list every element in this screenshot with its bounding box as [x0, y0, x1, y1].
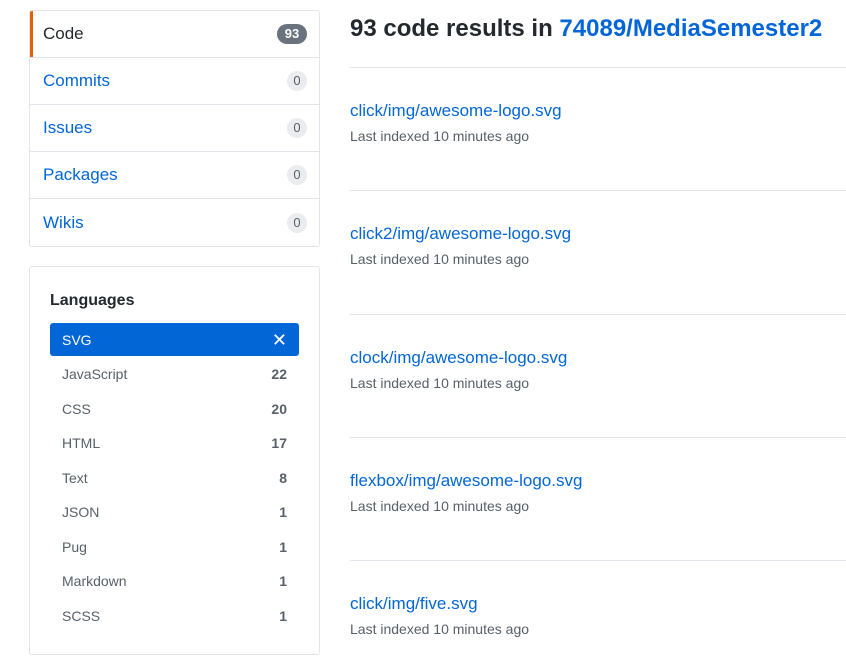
language-count: 22 [271, 366, 287, 383]
language-label: JavaScript [62, 366, 128, 383]
languages-filter: Languages SVG ✕ JavaScript 22 CSS 20 HTM… [29, 266, 320, 655]
code-result-item: click2/img/awesome-logo.svg Last indexed… [350, 191, 846, 315]
nav-item-counter: 0 [287, 212, 307, 233]
search-type-menu: Code 93 Commits 0 Issues 0 Packages 0 Wi… [29, 10, 320, 247]
result-file-link[interactable]: click2/img/awesome-logo.svg [350, 224, 571, 244]
nav-item-counter: 0 [287, 165, 307, 185]
code-result-item: clock/img/awesome-logo.svg Last indexed … [350, 315, 846, 438]
results-heading: 93 code results in 74089/MediaSemester2 [350, 15, 822, 43]
language-item-css[interactable]: CSS 20 [50, 392, 299, 427]
language-item-scss[interactable]: SCSS 1 [50, 599, 299, 634]
code-result-item: flexbox/img/awesome-logo.svg Last indexe… [350, 438, 846, 562]
result-indexed-time: Last indexed 10 minutes ago [350, 621, 530, 638]
close-icon[interactable]: ✕ [272, 331, 287, 349]
language-item-json[interactable]: JSON 1 [50, 495, 299, 530]
nav-item-wikis[interactable]: Wikis 0 [30, 199, 319, 246]
language-label: CSS [62, 400, 91, 417]
result-file-link[interactable]: click/img/awesome-logo.svg [350, 101, 562, 121]
languages-list: SVG ✕ JavaScript 22 CSS 20 HTML 17 Text … [50, 323, 299, 633]
nav-item-counter: 93 [277, 24, 307, 44]
code-result-item: click/img/awesome-logo.svg Last indexed … [350, 68, 846, 192]
language-count: 17 [271, 435, 287, 452]
repo-link[interactable]: 74089/MediaSemester2 [559, 15, 822, 42]
language-item-pug[interactable]: Pug 1 [50, 530, 299, 565]
language-count: 1 [279, 538, 287, 555]
result-indexed-time: Last indexed 10 minutes ago [350, 374, 530, 391]
result-file-link[interactable]: flexbox/img/awesome-logo.svg [350, 471, 582, 491]
language-label: HTML [62, 435, 101, 452]
result-indexed-time: Last indexed 10 minutes ago [350, 497, 530, 514]
nav-item-packages[interactable]: Packages 0 [30, 152, 319, 199]
language-label: Markdown [62, 573, 127, 590]
result-file-link[interactable]: clock/img/awesome-logo.svg [350, 348, 567, 368]
language-item-text[interactable]: Text 8 [50, 461, 299, 496]
language-item-markdown[interactable]: Markdown 1 [50, 564, 299, 599]
nav-item-label: Wikis [43, 212, 84, 232]
languages-title: Languages [50, 292, 135, 309]
nav-item-label: Code [43, 24, 84, 43]
nav-item-label: Issues [43, 118, 93, 137]
code-results-list: click/img/awesome-logo.svg Last indexed … [350, 68, 846, 672]
result-indexed-time: Last indexed 10 minutes ago [350, 128, 530, 144]
language-count: 1 [279, 504, 287, 521]
nav-item-commits[interactable]: Commits 0 [30, 58, 319, 105]
language-label: Text [62, 469, 88, 486]
language-label: SVG [62, 331, 92, 348]
result-indexed-time: Last indexed 10 minutes ago [350, 251, 530, 268]
language-count: 1 [279, 607, 287, 624]
language-item-javascript[interactable]: JavaScript 22 [50, 357, 299, 392]
language-count: 20 [271, 400, 287, 417]
language-item-svg[interactable]: SVG ✕ [50, 323, 299, 356]
nav-item-label: Commits [43, 71, 111, 90]
language-item-html[interactable]: HTML 17 [50, 426, 299, 461]
language-label: SCSS [62, 607, 101, 624]
language-count: 1 [279, 573, 287, 590]
language-count: 8 [279, 469, 287, 486]
result-file-link[interactable]: click/img/five.svg [350, 594, 478, 614]
nav-item-counter: 0 [287, 71, 307, 91]
language-label: JSON [62, 504, 100, 521]
language-label: Pug [62, 538, 87, 555]
code-result-item: click/img/five.svg Last indexed 10 minut… [350, 561, 846, 672]
nav-item-counter: 0 [287, 118, 307, 138]
results-count-text: 93 code results in [350, 15, 560, 42]
nav-item-label: Packages [43, 165, 118, 184]
nav-item-issues[interactable]: Issues 0 [30, 105, 319, 152]
nav-item-code[interactable]: Code 93 [30, 11, 319, 58]
